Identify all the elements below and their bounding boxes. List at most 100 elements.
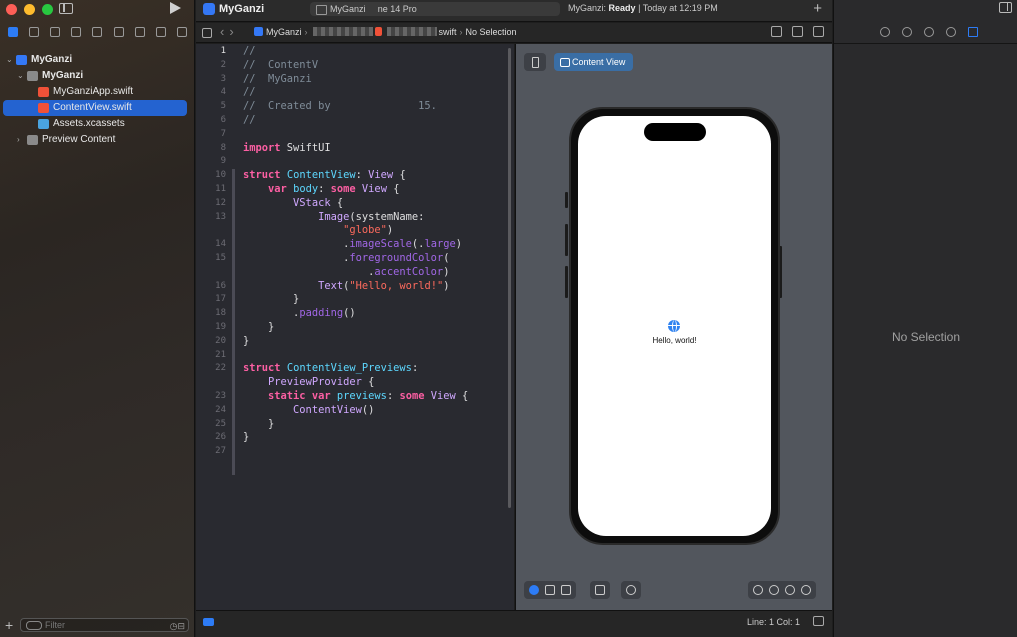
chevron-down-icon[interactable]: ⌄ (6, 52, 13, 68)
accessibility-inspector-icon[interactable] (946, 27, 956, 37)
navigator-item[interactable]: Assets.xcassets (0, 116, 195, 132)
debug-navigator-icon[interactable] (134, 27, 145, 37)
code-token: { (330, 196, 344, 209)
line-text: // (243, 45, 256, 59)
editor-scrollbar[interactable] (508, 48, 511, 508)
code-token: previews (336, 389, 387, 402)
breadcrumb-redacted (312, 27, 373, 36)
close-window-button[interactable] (6, 4, 17, 15)
code-token: // (243, 113, 256, 126)
breakpoint-navigator-icon[interactable] (156, 27, 167, 37)
code-token: PreviewProvider (268, 376, 362, 389)
line-text: import SwiftUI (243, 142, 331, 156)
device-settings-icon[interactable] (595, 585, 605, 595)
jump-bar: ‹› MyGanzi › swift › No Selection (196, 23, 832, 43)
history-navigation[interactable]: ‹› (220, 24, 239, 39)
history-inspector-icon[interactable] (902, 27, 912, 37)
split-editor-icon[interactable] (813, 26, 824, 37)
line-number: 2 (220, 59, 226, 70)
toggle-debug-pane-icon[interactable] (813, 616, 824, 626)
swift-file-icon (38, 103, 49, 113)
cursor-position: Line: 1 Col: 1 (746, 617, 800, 627)
breadcrumb[interactable]: MyGanzi › swift › No Selection (254, 27, 517, 37)
source-control-navigator-icon[interactable] (28, 27, 39, 37)
navigator-item[interactable]: ⌄ MyGanzi (0, 52, 195, 68)
status-app: MyGanzi: (568, 3, 607, 13)
variants-icon[interactable] (561, 585, 571, 595)
attributes-inspector-icon[interactable] (968, 27, 978, 37)
zoom-window-button[interactable] (42, 4, 53, 15)
quick-help-icon[interactable] (924, 27, 934, 37)
zoom-100-icon[interactable] (769, 585, 779, 595)
code-token: (systemName: (349, 210, 425, 223)
line-text: struct ContentView_Previews: (243, 362, 418, 376)
test-navigator-icon[interactable] (113, 27, 124, 37)
find-navigator-icon[interactable] (71, 27, 82, 37)
navigator-item-label: Assets.xcassets (53, 118, 125, 129)
content-view-tab[interactable]: Content View (554, 53, 634, 71)
iphone-frame: Hello, world! (569, 107, 780, 545)
navigator-item[interactable]: ContentView.swift (3, 100, 187, 116)
zoom-fit-icon[interactable] (785, 585, 795, 595)
swift-file-icon (38, 87, 49, 97)
code-token: : (386, 389, 400, 402)
pin-preview-icon[interactable] (524, 53, 546, 71)
code-token: : (318, 182, 331, 195)
line-number: 11 (215, 183, 226, 194)
add-library-icon[interactable]: + (813, 0, 822, 17)
filter-input[interactable]: Filter ◷⊟ (20, 618, 189, 632)
chevron-right-icon[interactable]: › (17, 132, 20, 148)
line-text: .padding() (243, 307, 356, 321)
code-token: // (243, 86, 256, 99)
scheme-selector[interactable]: MyGanzi ne 14 Pro (310, 2, 560, 16)
source-editor[interactable]: 1 // 2 // ContentV 3 // MyGanzi 4 // 5 // Create… (196, 44, 514, 610)
no-selection-label: No Selection (891, 330, 961, 344)
live-preview-icon[interactable] (529, 585, 539, 595)
code-token: } (243, 293, 300, 306)
navigator-item[interactable]: › Preview Content (0, 132, 195, 148)
color-scheme-control (621, 581, 641, 599)
line-text: } (243, 335, 249, 349)
report-navigator-icon[interactable] (177, 27, 188, 37)
run-button[interactable] (170, 2, 181, 14)
line-number: 1 (220, 46, 226, 56)
code-token: ( (443, 251, 450, 264)
project-navigator-icon[interactable] (7, 27, 18, 37)
breadcrumb-project[interactable]: MyGanzi (266, 27, 302, 37)
line-number: 25 (215, 418, 226, 429)
code-token: var (311, 389, 331, 402)
code-token: ) (443, 265, 450, 278)
debug-area-icon[interactable] (203, 618, 214, 626)
minimize-window-button[interactable] (24, 4, 35, 15)
zoom-out-icon[interactable] (753, 585, 763, 595)
issue-navigator-icon[interactable] (92, 27, 103, 37)
code-token: (. (411, 238, 425, 251)
symbol-navigator-icon[interactable] (50, 27, 61, 37)
add-file-icon[interactable]: + (5, 617, 17, 633)
related-items-icon[interactable] (202, 28, 212, 38)
sidebar-toggle-icon[interactable] (59, 3, 73, 14)
zoom-in-icon[interactable] (801, 585, 811, 595)
navigator-item[interactable]: ⌄ MyGanzi (0, 68, 195, 84)
line-text: // (243, 86, 256, 100)
color-scheme-icon[interactable] (626, 585, 636, 595)
line-number: 21 (215, 349, 226, 360)
code-review-icon[interactable] (771, 26, 782, 37)
preview-screen[interactable]: Hello, world! (578, 116, 771, 536)
filter-options-icon[interactable]: ◷⊟ (170, 620, 185, 632)
window-controls (6, 4, 53, 15)
code-token: . (243, 251, 350, 264)
breadcrumb-selection[interactable]: No Selection (466, 27, 517, 37)
code-token: some (330, 182, 356, 195)
inspector-toggle-icon[interactable] (999, 2, 1012, 13)
breadcrumb-file-suffix[interactable]: swift (439, 27, 457, 37)
chevron-down-icon[interactable]: ⌄ (17, 68, 24, 84)
selectable-mode-icon[interactable] (545, 585, 555, 595)
inspector-tabs (880, 27, 978, 37)
navigator-item[interactable]: MyGanziApp.swift (0, 84, 195, 100)
file-inspector-icon[interactable] (880, 27, 890, 37)
code-token: "globe" (343, 224, 387, 237)
line-number: 4 (220, 87, 226, 98)
editor-options-icon[interactable] (792, 26, 803, 37)
